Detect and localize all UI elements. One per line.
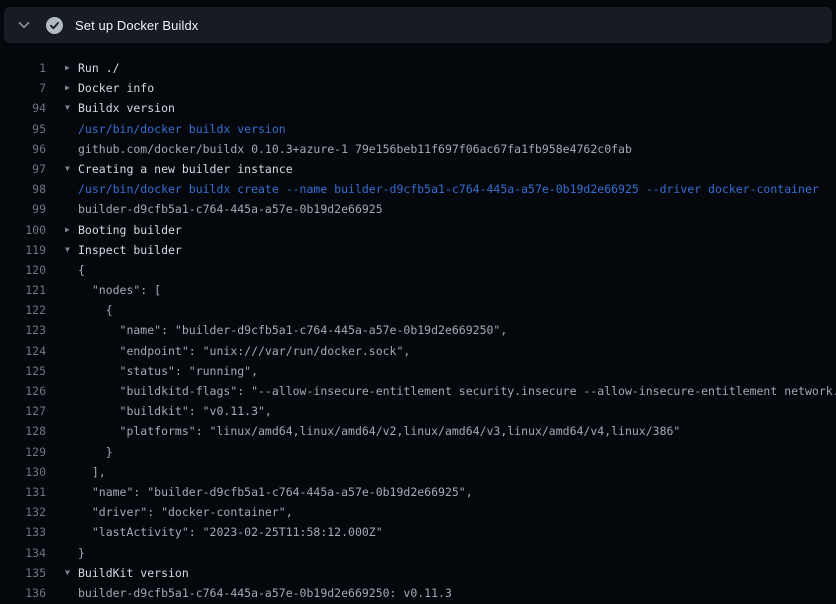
- log-line: 126 "buildkitd-flags": "--allow-insecure…: [0, 381, 836, 401]
- line-number[interactable]: 94: [0, 98, 46, 118]
- output-text: "driver": "docker-container",: [78, 502, 293, 522]
- log-line: 128 "platforms": "linux/amd64,linux/amd6…: [0, 421, 836, 441]
- line-number[interactable]: 99: [0, 199, 46, 219]
- line-number[interactable]: 125: [0, 361, 46, 381]
- output-text: }: [78, 442, 113, 462]
- output-text: "platforms": "linux/amd64,linux/amd64/v2…: [78, 421, 680, 441]
- line-number[interactable]: 123: [0, 320, 46, 340]
- log-line: 132 "driver": "docker-container",: [0, 502, 836, 522]
- group-title[interactable]: Run ./: [78, 58, 120, 78]
- log-group-line[interactable]: 1 ▶Run ./: [0, 58, 836, 78]
- triangle-down-icon[interactable]: ▼: [65, 98, 77, 118]
- output-text: {: [78, 300, 113, 320]
- log-line: 96 github.com/docker/buildx 0.10.3+azure-…: [0, 139, 836, 159]
- line-number[interactable]: 134: [0, 543, 46, 563]
- line-number[interactable]: 96: [0, 139, 46, 159]
- output-text: ],: [78, 462, 106, 482]
- line-number[interactable]: 95: [0, 119, 46, 139]
- triangle-right-icon[interactable]: ▶: [65, 220, 77, 240]
- line-number[interactable]: 121: [0, 280, 46, 300]
- group-title[interactable]: Docker info: [78, 78, 154, 98]
- log-line: 125 "status": "running",: [0, 361, 836, 381]
- log-line: 123 "name": "builder-d9cfb5a1-c764-445a-…: [0, 320, 836, 340]
- log-group-line[interactable]: 135 ▼BuildKit version: [0, 563, 836, 583]
- log-line: 95/usr/bin/docker buildx version: [0, 119, 836, 139]
- log-line: 127 "buildkit": "v0.11.3",: [0, 401, 836, 421]
- line-number[interactable]: 133: [0, 522, 46, 542]
- line-number[interactable]: 136: [0, 583, 46, 603]
- log-line: 120 {: [0, 260, 836, 280]
- line-number[interactable]: 127: [0, 401, 46, 421]
- log-group-line[interactable]: 94 ▼Buildx version: [0, 98, 836, 118]
- output-text: "buildkitd-flags": "--allow-insecure-ent…: [78, 381, 836, 401]
- output-text: builder-d9cfb5a1-c764-445a-a57e-0b19d2e6…: [78, 199, 383, 219]
- log-group-line[interactable]: 100 ▶Booting builder: [0, 220, 836, 240]
- log-line: 99 builder-d9cfb5a1-c764-445a-a57e-0b19d2…: [0, 199, 836, 219]
- line-number[interactable]: 124: [0, 341, 46, 361]
- step-title: Set up Docker Buildx: [75, 18, 198, 33]
- line-number[interactable]: 126: [0, 381, 46, 401]
- chevron-down-icon[interactable]: [16, 17, 32, 33]
- log-line: 131 "name": "builder-d9cfb5a1-c764-445a-…: [0, 482, 836, 502]
- output-text: "name": "builder-d9cfb5a1-c764-445a-a57e…: [78, 482, 473, 502]
- output-text: {: [78, 260, 85, 280]
- line-number[interactable]: 97: [0, 159, 46, 179]
- group-title[interactable]: Booting builder: [78, 220, 182, 240]
- line-number[interactable]: 132: [0, 502, 46, 522]
- line-number[interactable]: 119: [0, 240, 46, 260]
- triangle-right-icon[interactable]: ▶: [65, 58, 77, 78]
- output-text: "name": "builder-d9cfb5a1-c764-445a-a57e…: [78, 320, 507, 340]
- output-text: }: [78, 543, 85, 563]
- log-group-line[interactable]: 7 ▶Docker info: [0, 78, 836, 98]
- group-title[interactable]: Inspect builder: [78, 240, 182, 260]
- log-line: 98/usr/bin/docker buildx create --name b…: [0, 179, 836, 199]
- line-number[interactable]: 100: [0, 220, 46, 240]
- triangle-down-icon[interactable]: ▼: [65, 159, 77, 179]
- line-number[interactable]: 135: [0, 563, 46, 583]
- output-text: builder-d9cfb5a1-c764-445a-a57e-0b19d2e6…: [78, 583, 452, 603]
- line-number[interactable]: 128: [0, 421, 46, 441]
- line-number[interactable]: 131: [0, 482, 46, 502]
- log-line: 136 builder-d9cfb5a1-c764-445a-a57e-0b19d…: [0, 583, 836, 603]
- line-number[interactable]: 7: [0, 78, 46, 98]
- log-line: 130 ],: [0, 462, 836, 482]
- log-line: 133 "lastActivity": "2023-02-25T11:58:12…: [0, 522, 836, 542]
- log-line: 129 }: [0, 442, 836, 462]
- log-line: 134}: [0, 543, 836, 563]
- group-title[interactable]: Creating a new builder instance: [78, 159, 293, 179]
- line-number[interactable]: 122: [0, 300, 46, 320]
- log-line: 121 "nodes": [: [0, 280, 836, 300]
- triangle-down-icon[interactable]: ▼: [65, 240, 77, 260]
- triangle-right-icon[interactable]: ▶: [65, 78, 77, 98]
- line-number[interactable]: 120: [0, 260, 46, 280]
- output-text: "nodes": [: [78, 280, 161, 300]
- triangle-down-icon[interactable]: ▼: [65, 563, 77, 583]
- line-number[interactable]: 98: [0, 179, 46, 199]
- output-text: "status": "running",: [78, 361, 258, 381]
- command-text: /usr/bin/docker buildx version: [78, 119, 286, 139]
- log-line: 124 "endpoint": "unix:///var/run/docker.…: [0, 341, 836, 361]
- command-text: /usr/bin/docker buildx create --name bui…: [78, 179, 819, 199]
- log-line: 122 {: [0, 300, 836, 320]
- log-group-line[interactable]: 119 ▼Inspect builder: [0, 240, 836, 260]
- group-title[interactable]: BuildKit version: [78, 563, 189, 583]
- output-text: "buildkit": "v0.11.3",: [78, 401, 272, 421]
- line-number[interactable]: 129: [0, 442, 46, 462]
- log-group-line[interactable]: 97 ▼Creating a new builder instance: [0, 159, 836, 179]
- line-number[interactable]: 1: [0, 58, 46, 78]
- group-title[interactable]: Buildx version: [78, 98, 175, 118]
- line-number[interactable]: 130: [0, 462, 46, 482]
- output-text: github.com/docker/buildx 0.10.3+azure-1 …: [78, 139, 632, 159]
- check-circle-icon: [46, 17, 63, 34]
- output-text: "lastActivity": "2023-02-25T11:58:12.000…: [78, 522, 383, 542]
- step-header[interactable]: Set up Docker Buildx: [4, 7, 832, 43]
- output-text: "endpoint": "unix:///var/run/docker.sock…: [78, 341, 410, 361]
- log-viewer: 1▶Run ./7▶Docker info94▼Buildx version95…: [0, 44, 836, 604]
